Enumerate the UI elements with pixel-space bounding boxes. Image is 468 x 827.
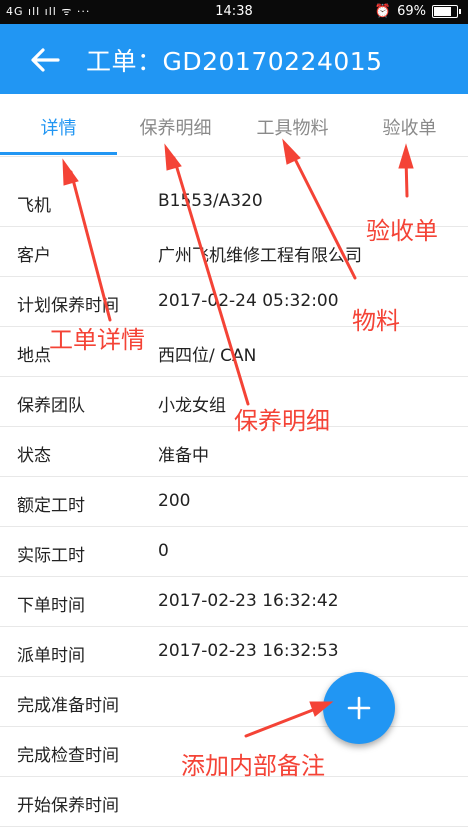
annotation-arrowhead (282, 138, 301, 165)
annotation-arrow-add-note (244, 706, 320, 738)
annotation-material: 物料 (352, 307, 400, 335)
annotation-ticket-detail: 工单详情 (49, 326, 145, 354)
annotation-arrowhead (309, 701, 334, 717)
annotation-arrowhead (398, 143, 414, 169)
annotation-arrow-detail (69, 170, 112, 322)
annotation-add-note: 添加内部备注 (181, 752, 325, 780)
annotation-arrowhead (62, 158, 79, 186)
annotation-maintenance-detail: 保养明细 (234, 407, 330, 435)
annotation-arrow-material (290, 151, 357, 280)
annotation-arrowhead (164, 143, 182, 171)
annotation-acceptance: 验收单 (366, 217, 438, 245)
annotation-arrow-maintenance (172, 156, 250, 406)
